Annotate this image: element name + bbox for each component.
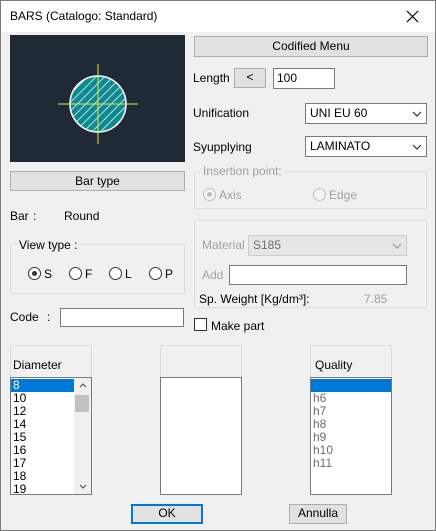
sp-weight-value: 7.85 [364,292,388,306]
bar-colon: : [33,209,37,223]
quality-list[interactable]: h6 h7 h8 h9 h10 h11 [310,377,392,495]
close-button[interactable] [391,1,435,32]
insertion-axis-radio[interactable] [203,188,216,201]
diameter-list[interactable]: 8 10 12 14 15 16 17 18 19 [10,377,92,495]
add-input[interactable] [229,265,407,285]
window-title: BARS (Catalogo: Standard) [10,9,158,23]
quality-header-label: Quality [315,358,353,372]
add-label: Add [202,268,224,282]
supplying-select[interactable]: LAMINATO [305,136,427,157]
round-bar-section-icon [58,64,138,144]
middle-list-header [160,345,242,377]
view-l-label: L [125,267,132,281]
code-colon: : [47,310,51,324]
unification-value: UNI EU 60 [310,106,368,120]
insertion-axis-label: Axis [219,188,242,202]
make-part-checkbox[interactable] [194,318,207,331]
length-input[interactable]: 100 [273,68,335,89]
bar-value: Round [64,209,100,223]
scroll-down-icon[interactable] [79,484,87,489]
scroll-up-icon[interactable] [79,383,87,388]
view-s-label: S [44,267,53,281]
chevron-down-icon [392,243,402,249]
diameter-header-label: Diameter [13,358,62,372]
view-f-radio[interactable] [69,267,82,280]
supplying-label: Syupplying [193,140,252,154]
bar-preview [10,35,185,162]
code-label: Code [10,310,39,324]
length-pick-button[interactable]: < [234,68,266,88]
diameter-scrollbar[interactable] [74,378,91,494]
insertion-point-title: Insertion point: [201,164,284,178]
view-p-label: P [165,267,174,281]
bar-label: Bar [10,209,29,223]
view-l-radio[interactable] [109,267,122,280]
view-p-radio[interactable] [149,267,162,280]
view-s-radio[interactable] [28,267,41,280]
diameter-scroll-thumb[interactable] [75,395,89,412]
chevron-down-icon [412,144,422,150]
insertion-edge-label: Edge [329,188,358,202]
material-value: S185 [253,238,282,252]
view-f-label: F [85,267,93,281]
view-type-title: View type : [17,238,80,252]
middle-list[interactable] [160,377,242,495]
cancel-button[interactable]: Annulla [289,504,347,524]
insertion-edge-radio[interactable] [313,188,326,201]
code-input[interactable] [60,308,184,327]
quality-header: Quality [310,345,392,377]
unification-select[interactable]: UNI EU 60 [305,103,427,124]
bar-type-button[interactable]: Bar type [10,171,185,191]
supplying-value: LAMINATO [310,139,371,153]
list-item[interactable]: h11 [311,457,391,470]
bars-dialog: BARS (Catalogo: Standard) Codified Menu [0,0,436,531]
ok-button[interactable]: OK [131,504,203,524]
close-icon [406,10,419,23]
make-part-label: Make part [211,319,265,333]
title-bar: BARS (Catalogo: Standard) [1,1,435,32]
unification-label: Unification [193,106,250,120]
sp-weight-label: Sp. Weight [Kg/dm³]: [199,292,310,306]
length-label: Length [193,71,230,85]
diameter-header: Diameter [10,345,92,377]
chevron-down-icon [412,111,422,117]
codified-menu-button[interactable]: Codified Menu [194,36,428,57]
material-select[interactable]: S185 [248,235,407,256]
material-label: Material [202,238,245,252]
